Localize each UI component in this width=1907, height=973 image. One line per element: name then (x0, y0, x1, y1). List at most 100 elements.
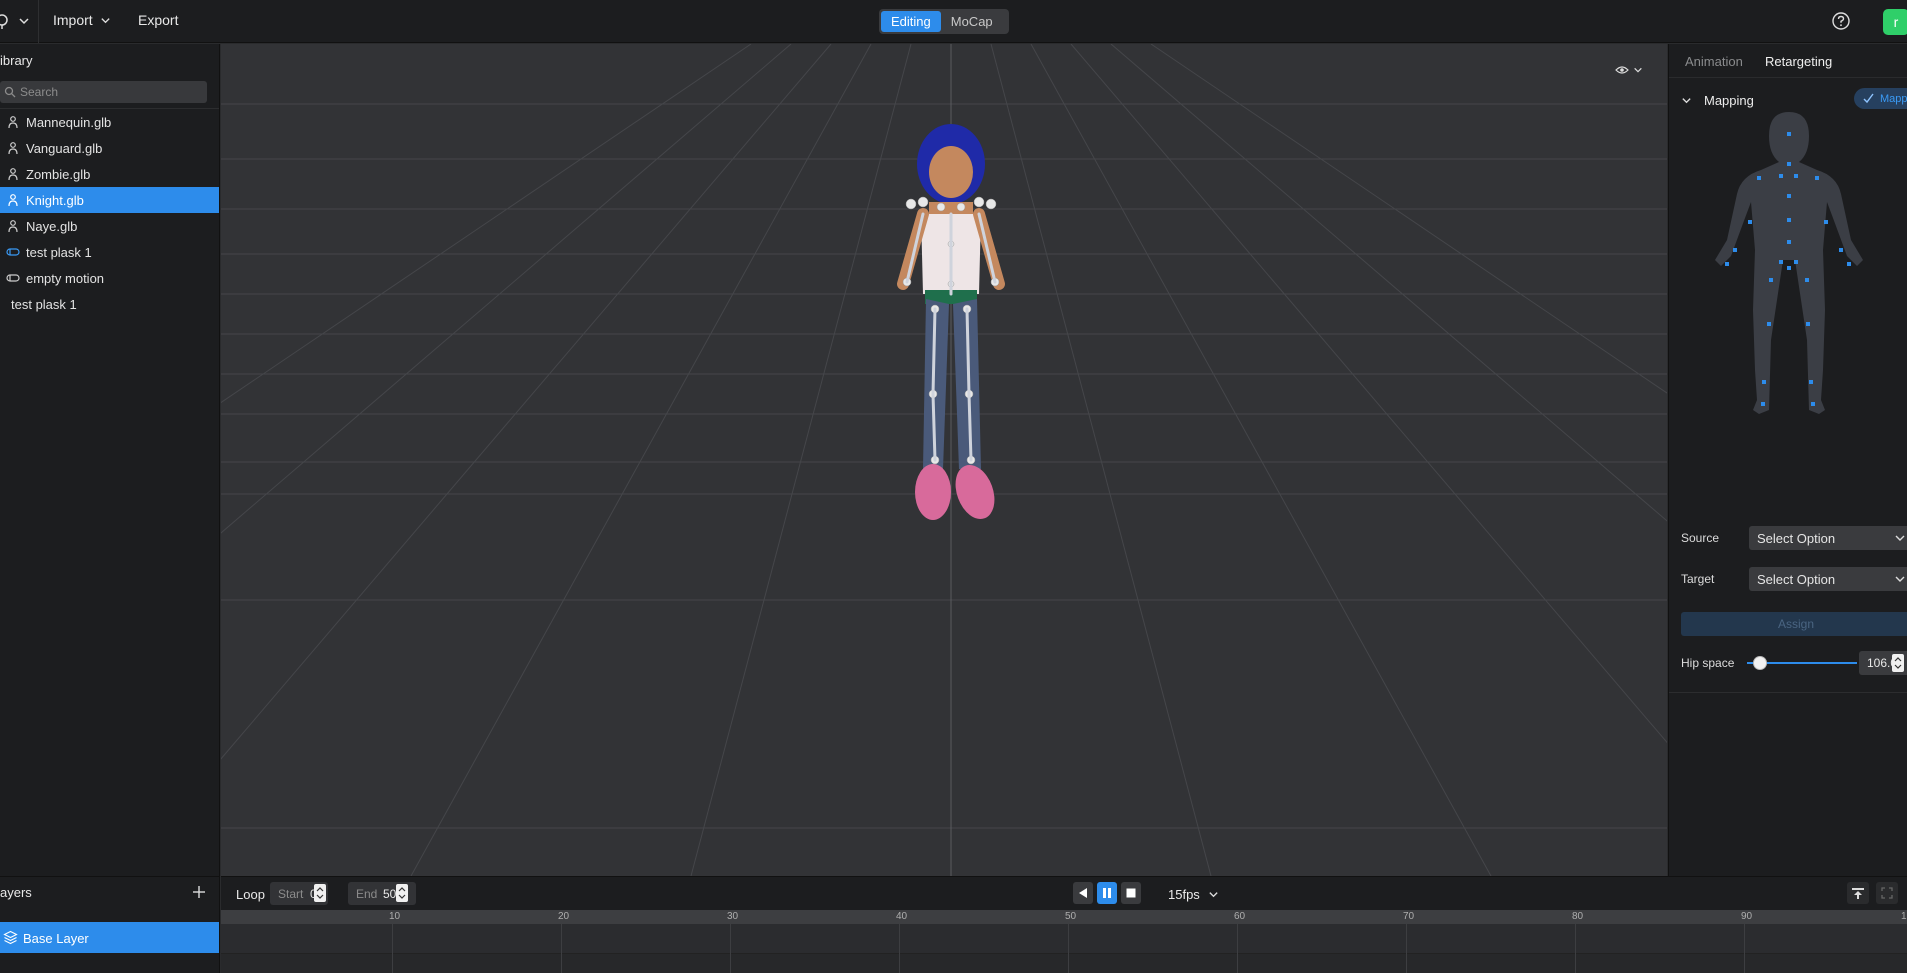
check-icon (1863, 93, 1874, 104)
end-prefix: End (356, 887, 378, 901)
chevron-down-icon (1634, 67, 1642, 73)
avatar[interactable]: r (1883, 9, 1907, 35)
search-icon (4, 86, 16, 98)
playback-controls (1073, 882, 1141, 906)
source-value: Select Option (1757, 531, 1836, 546)
view-options[interactable] (1615, 65, 1643, 75)
tick-line (392, 924, 393, 973)
panel-title: ibrary (0, 53, 33, 68)
top-bar: Import Export Editing MoCap r (0, 0, 1907, 43)
library-list: Mannequin.glb Vanguard.glb Zombie.glb Kn… (0, 109, 219, 317)
list-item[interactable]: test plask 1 (0, 291, 219, 317)
loop-toggle[interactable]: Loop (236, 887, 265, 902)
stepper-arrows-icon (1894, 657, 1902, 669)
chevron-down-icon (19, 18, 29, 25)
tab-retargeting[interactable]: Retargeting (1765, 54, 1832, 69)
target-value: Select Option (1757, 572, 1836, 587)
panel-tabs: Animation Retargeting (1669, 44, 1907, 78)
list-item-label: Knight.glb (26, 192, 84, 208)
help-icon[interactable] (1831, 11, 1851, 31)
list-item-label: test plask 1 (26, 244, 92, 260)
list-item-label: test plask 1 (11, 296, 77, 312)
list-item[interactable]: Vanguard.glb (0, 135, 219, 161)
search-box (0, 81, 207, 103)
list-item-selected[interactable]: Knight.glb (0, 187, 219, 213)
keyframe-insert-icon (1852, 888, 1864, 899)
motion-icon (6, 248, 20, 256)
search-input[interactable] (20, 81, 200, 103)
timeline-controls: Loop Start 0 End 50 15fps (221, 876, 1907, 910)
expand-timeline-button[interactable] (1876, 882, 1898, 904)
mapped-toggle[interactable]: Mapped (1854, 88, 1907, 109)
export-label: Export (138, 12, 179, 28)
list-item[interactable]: Naye.glb (0, 213, 219, 239)
eye-icon (1615, 66, 1629, 74)
end-value: 50 (383, 887, 397, 901)
tick-line (1575, 924, 1576, 973)
logo-icon (0, 14, 8, 29)
add-layer-icon[interactable] (191, 884, 207, 900)
tick-label: 80 (1572, 911, 1584, 922)
play-reverse-icon (1079, 888, 1087, 898)
list-item[interactable]: test plask 1 (0, 239, 219, 265)
list-item-label: Naye.glb (26, 218, 78, 234)
tick-label: 40 (896, 911, 908, 922)
stop-button[interactable] (1121, 882, 1141, 904)
tick-label: 1 (1901, 911, 1907, 922)
library-panel: ibrary Mannequin.glb Vanguard.glb Zombie… (0, 44, 220, 876)
stepper[interactable] (396, 884, 408, 902)
hip-space-input[interactable]: 106.0 (1859, 651, 1907, 675)
tick-label: 70 (1403, 911, 1415, 922)
stop-icon (1126, 888, 1136, 898)
play-reverse-button[interactable] (1073, 882, 1093, 904)
start-frame-input[interactable]: Start 0 (270, 882, 328, 905)
tick-line (561, 924, 562, 973)
panel-title: ayers (0, 885, 32, 900)
tab-animation[interactable]: Animation (1685, 54, 1743, 69)
start-prefix: Start (278, 887, 304, 901)
tick-line (730, 924, 731, 973)
tick-label: 50 (1065, 911, 1077, 922)
source-select[interactable]: Select Option (1749, 526, 1907, 550)
tick-line (1406, 924, 1407, 973)
stepper[interactable] (1892, 654, 1904, 672)
insert-keyframe-button[interactable] (1847, 882, 1869, 904)
list-item[interactable]: Zombie.glb (0, 161, 219, 187)
pause-button[interactable] (1097, 882, 1117, 904)
assign-button[interactable]: Assign (1681, 612, 1907, 636)
track-row[interactable] (221, 924, 1907, 954)
export-button[interactable]: Export (138, 12, 178, 28)
tab-mocap[interactable]: MoCap (941, 11, 1003, 32)
humanoid-map[interactable] (1707, 110, 1871, 480)
timeline-ruler[interactable]: 10 20 30 40 50 60 70 80 90 1 (221, 910, 1907, 924)
tick-line (1068, 924, 1069, 973)
list-item[interactable]: empty motion (0, 265, 219, 291)
character-model[interactable] (851, 94, 1051, 534)
stepper[interactable] (314, 884, 326, 902)
fps-select[interactable]: 15fps (1168, 887, 1219, 902)
section-title: Mapping (1704, 93, 1754, 108)
person-icon (8, 116, 18, 129)
person-icon (8, 168, 18, 181)
tab-editing[interactable]: Editing (881, 11, 941, 32)
import-menu[interactable]: Import (53, 12, 111, 28)
timeline-tools (1847, 882, 1898, 904)
target-label: Target (1681, 572, 1715, 586)
fps-label: 15fps (1168, 887, 1200, 902)
tick-line (1237, 924, 1238, 973)
list-item[interactable]: Mannequin.glb (0, 109, 219, 135)
tick-label: 90 (1741, 911, 1753, 922)
chevron-down-icon (1682, 98, 1691, 104)
layer-item-base[interactable]: Base Layer (0, 922, 219, 953)
divider (1669, 692, 1907, 693)
list-item-label: Zombie.glb (26, 166, 91, 182)
target-select[interactable]: Select Option (1749, 567, 1907, 591)
chevron-down-icon (1895, 576, 1905, 582)
pause-icon (1103, 888, 1111, 898)
person-icon (8, 194, 18, 207)
3d-viewport[interactable] (221, 44, 1667, 876)
slider-thumb[interactable] (1753, 656, 1767, 670)
layers-panel: ayers Base Layer (0, 876, 220, 973)
app-logo-menu[interactable] (0, 10, 30, 32)
end-frame-input[interactable]: End 50 (348, 882, 416, 905)
